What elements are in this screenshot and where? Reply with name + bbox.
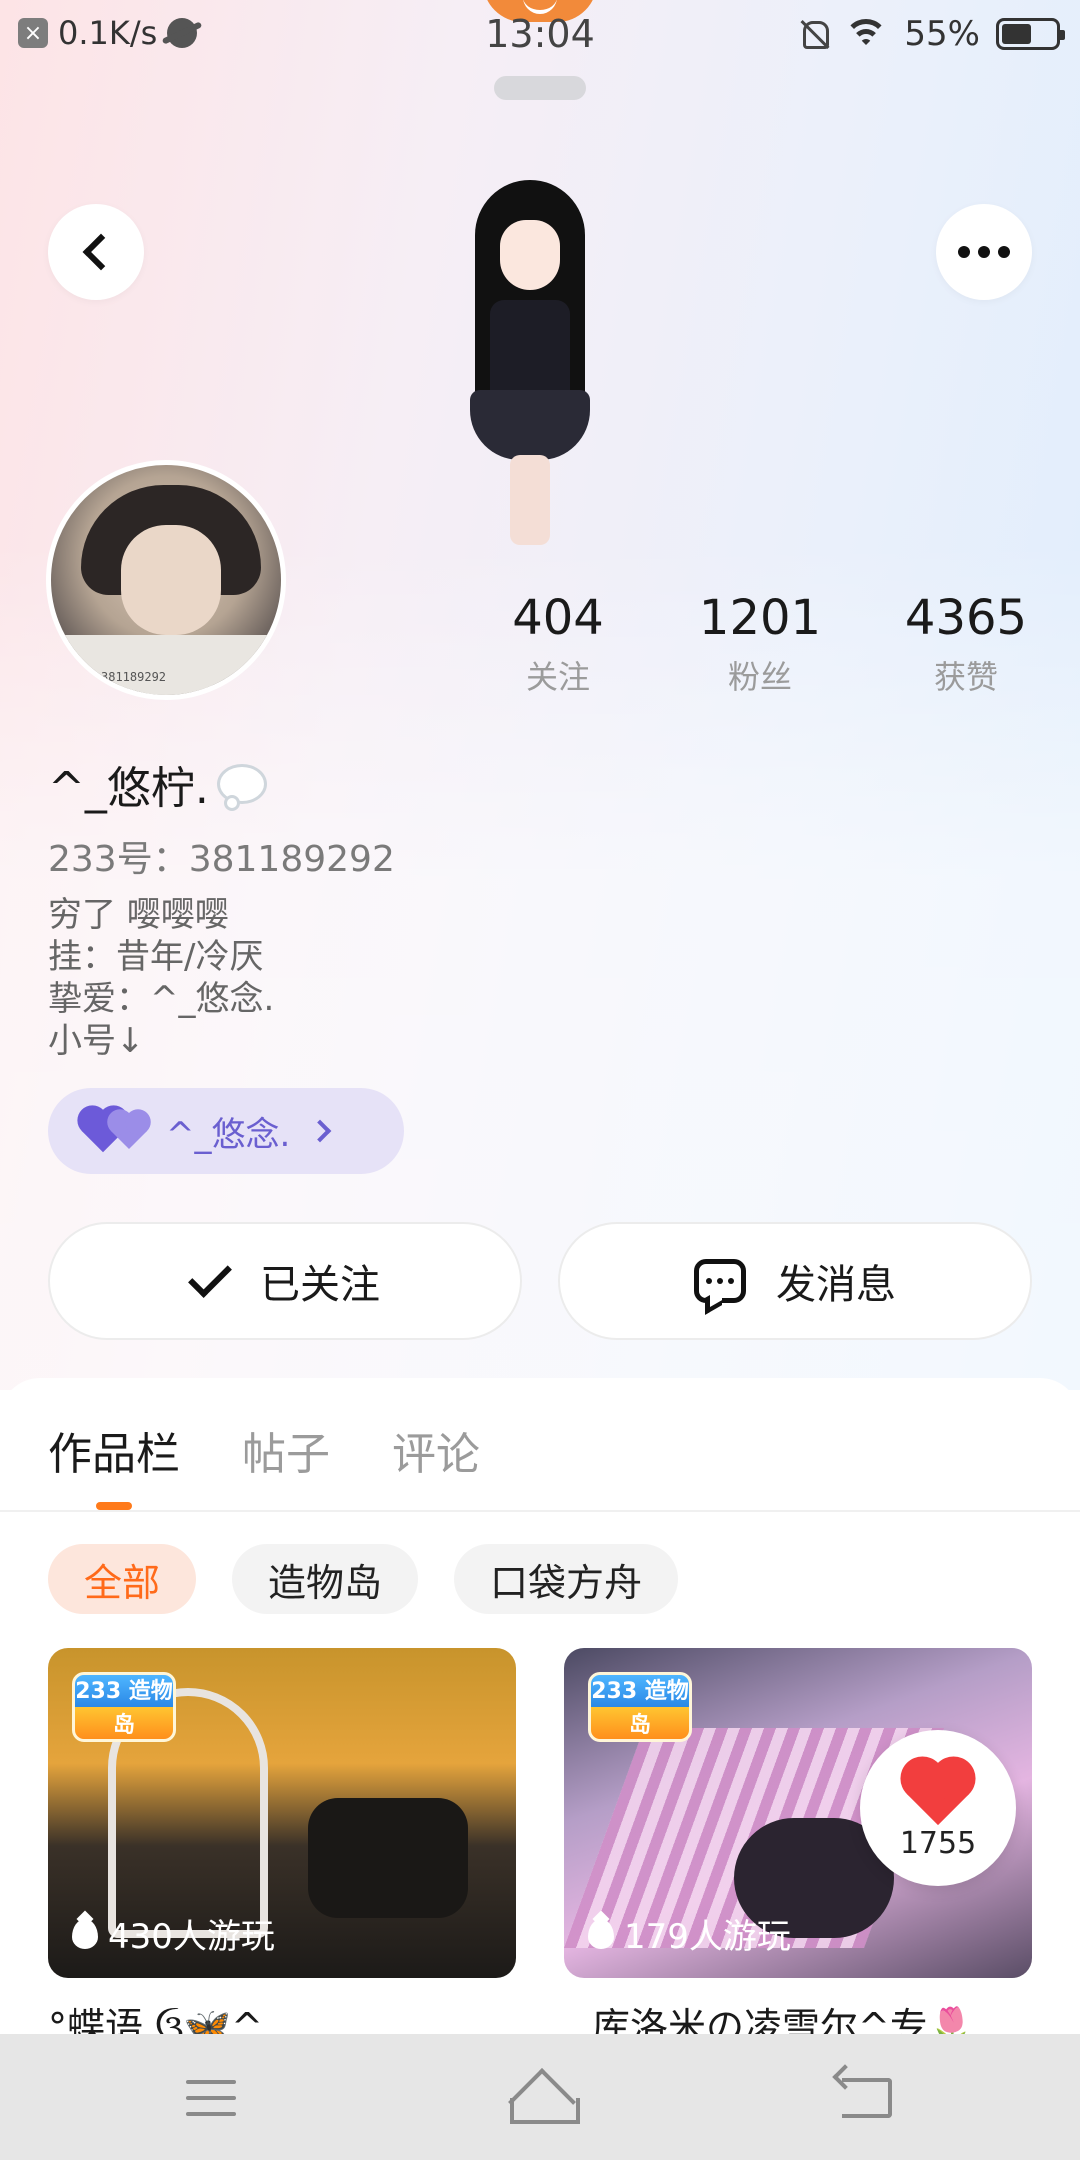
profile-nickname: ^_悠柠. [48, 752, 267, 816]
battery-percent: 55% [904, 14, 980, 54]
game-card[interactable]: 233 造物岛 430人游玩 [48, 1648, 516, 1978]
bell-muted-icon [798, 17, 830, 51]
avatar[interactable]: 381189292 [46, 460, 286, 700]
filter-creation-island[interactable]: 造物岛 [232, 1544, 419, 1614]
home-icon[interactable] [506, 2074, 580, 2124]
followed-button[interactable]: 已关注 [48, 1222, 522, 1340]
message-label: 发消息 [776, 1262, 896, 1308]
tab-comments[interactable]: 评论 [392, 1418, 480, 1482]
check-icon [188, 1254, 232, 1298]
tab-posts[interactable]: 帖子 [242, 1418, 330, 1482]
bio-line: 小号↓ [48, 1021, 145, 1061]
filter-all[interactable]: 全部 [48, 1544, 197, 1614]
drag-handle[interactable] [494, 76, 586, 100]
play-count: 430人游玩 [72, 1909, 275, 1958]
bio-line: 挚爱：^_悠念. [48, 979, 275, 1019]
more-button[interactable] [936, 204, 1032, 300]
heart-icon [906, 1762, 970, 1825]
back-icon[interactable] [842, 2078, 892, 2118]
more-dots-icon [958, 246, 1010, 258]
like-button[interactable]: 1755 [860, 1730, 1016, 1886]
battery-level [1002, 24, 1031, 44]
tab-works[interactable]: 作品栏 [48, 1418, 180, 1482]
stat-label: 关注 [525, 658, 590, 696]
hearts-icon [81, 1109, 148, 1153]
tab-indicator [96, 1502, 132, 1510]
filter-pocket-ark[interactable]: 口袋方舟 [454, 1544, 679, 1614]
avatar-caption: 381189292 [101, 670, 167, 684]
chevron-right-icon [308, 1119, 332, 1143]
stat-following[interactable]: 404 关注 [458, 590, 658, 698]
play-count-text: 179人游玩 [624, 1917, 791, 1957]
stat-value: 1201 [698, 590, 822, 646]
stat-followers[interactable]: 1201 粉丝 [660, 590, 860, 698]
message-button[interactable]: 发消息 [558, 1222, 1032, 1340]
content-tabs: 作品栏 帖子 评论 [48, 1418, 480, 1482]
system-nav-bar [0, 2034, 1080, 2160]
followed-label: 已关注 [260, 1262, 380, 1308]
filter-chips: 全部 造物岛 口袋方舟 [48, 1544, 679, 1614]
flame-icon [588, 1918, 614, 1949]
flame-icon [72, 1918, 98, 1949]
stat-value: 4365 [904, 590, 1028, 646]
bio-line: 挂：昔年/冷厌 [48, 937, 264, 977]
stat-value: 404 [512, 590, 604, 646]
stat-label: 获赞 [933, 658, 998, 696]
chevron-left-icon [82, 233, 120, 271]
linked-user-chip[interactable]: ^_悠念. [48, 1088, 404, 1174]
like-count: 1755 [899, 1825, 977, 1861]
status-right: 55% [798, 14, 1065, 54]
stat-label: 粉丝 [727, 658, 792, 696]
profile-bio: 穷了 嘤嘤嘤 挂：昔年/冷厌 挚爱：^_悠念. 小号↓ [48, 894, 274, 1062]
linked-user-name: ^_悠念. [166, 1114, 291, 1155]
wifi-icon [844, 17, 889, 51]
thought-bubble-icon [216, 764, 267, 811]
status-bar: × 0.1K/s 13:04 55% [0, 0, 1080, 72]
stat-likes[interactable]: 4365 获赞 [866, 590, 1066, 698]
play-count-text: 430人游玩 [108, 1917, 275, 1957]
back-button[interactable] [48, 204, 144, 300]
game-logo: 233 造物岛 [588, 1672, 692, 1742]
bio-line: 穷了 嘤嘤嘤 [48, 895, 229, 935]
nickname-text: ^_悠柠. [48, 763, 209, 814]
battery-icon [996, 18, 1065, 50]
avatar-3d-figure[interactable] [430, 180, 630, 545]
game-logo: 233 造物岛 [72, 1672, 176, 1742]
divider [0, 1510, 1080, 1512]
user-id: 233号：381189292 [48, 839, 395, 880]
message-icon [694, 1259, 746, 1303]
menu-icon[interactable] [186, 2080, 236, 2116]
play-count: 179人游玩 [588, 1909, 791, 1958]
